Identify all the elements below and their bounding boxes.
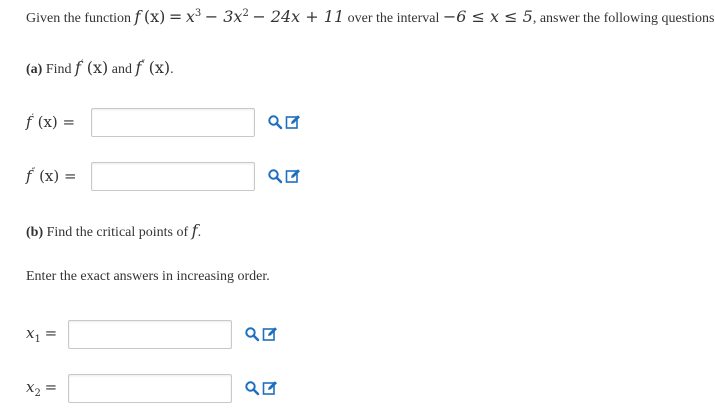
x2-input[interactable] <box>68 373 232 403</box>
fprime-row: f′ (x) = <box>26 107 301 137</box>
prompt-equals: = <box>168 7 183 26</box>
prompt-exp2: 2 <box>242 8 249 19</box>
fdprime-row: f″ (x) = <box>26 161 301 191</box>
x1-input[interactable] <box>68 319 232 349</box>
part-b-heading: (b) Find the critical points of f. <box>26 221 201 241</box>
fprime-input[interactable] <box>91 107 255 137</box>
x2-label: x2 = <box>26 377 58 399</box>
fdprime-tools <box>267 168 301 184</box>
instruction-text: Enter the exact answers in increasing or… <box>26 269 270 284</box>
pencil-edit-icon[interactable] <box>262 380 278 396</box>
prompt-func-name: f <box>134 7 141 26</box>
fprime-label: f′ (x) = <box>26 112 76 131</box>
prompt-intro: Given the function <box>26 11 131 26</box>
fdprime-input[interactable] <box>91 161 255 191</box>
part-a-end: . <box>170 62 174 77</box>
x2-row: x2 = <box>26 373 278 403</box>
part-a-arg2: (x) <box>148 58 171 77</box>
prompt-interval: −6 ≤ x ≤ 5 <box>442 7 533 26</box>
prompt-arg: (x) <box>143 7 166 26</box>
part-b-end: . <box>197 225 202 240</box>
fdprime-label: f″ (x) = <box>26 166 77 185</box>
fprime-tools <box>267 114 301 130</box>
x1-label: x1 = <box>26 323 58 345</box>
part-a-dprime: ″ <box>141 59 146 70</box>
part-a-label: (a) <box>26 62 43 77</box>
magnifier-icon[interactable] <box>267 168 283 184</box>
magnifier-icon[interactable] <box>244 326 260 342</box>
part-b-label: (b) <box>26 225 44 240</box>
part-b-text: Find the critical points of <box>46 225 189 240</box>
prompt-term3: − 24x + 11 <box>252 7 345 26</box>
question-prompt: Given the function f (x) = x3 − 3x2 − 24… <box>26 7 715 27</box>
part-a-arg1: (x) <box>86 58 109 77</box>
magnifier-icon[interactable] <box>244 380 260 396</box>
pencil-edit-icon[interactable] <box>262 326 278 342</box>
pencil-edit-icon[interactable] <box>285 114 301 130</box>
x2-tools <box>244 380 278 396</box>
part-a-and: and <box>111 62 132 77</box>
prompt-exp1: 3 <box>194 8 202 19</box>
prompt-tail: , answer the following questions. <box>532 11 715 26</box>
part-a-prime: ′ <box>80 59 84 70</box>
pencil-edit-icon[interactable] <box>285 168 301 184</box>
prompt-term2: − 3x <box>204 7 243 26</box>
x1-row: x1 = <box>26 319 278 349</box>
prompt-over: over the interval <box>347 11 440 26</box>
prompt-base: x <box>185 7 195 26</box>
magnifier-icon[interactable] <box>267 114 283 130</box>
part-a-find: Find <box>45 62 72 77</box>
x1-tools <box>244 326 278 342</box>
part-a-heading: (a) Find f′ (x) and f″ (x). <box>26 58 174 78</box>
